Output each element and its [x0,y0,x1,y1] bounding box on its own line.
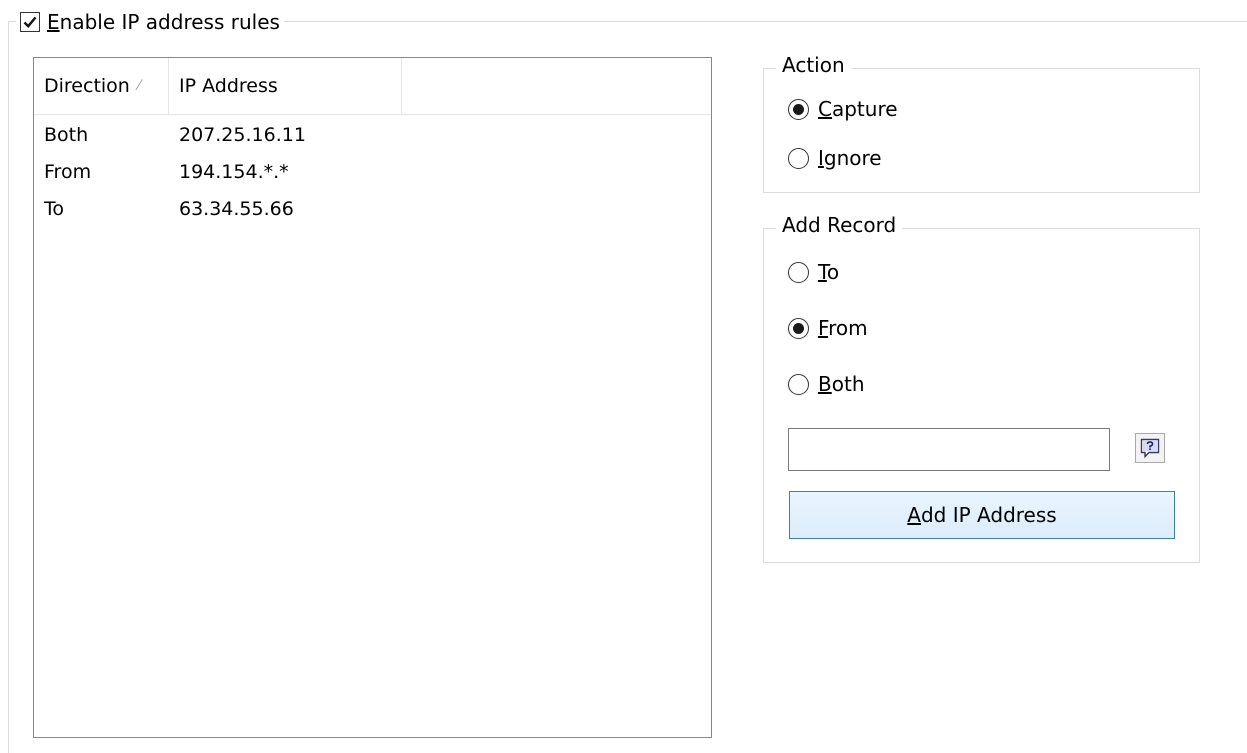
ip-address-input[interactable] [788,428,1110,471]
column-label: IP Address [179,75,278,97]
list-body: Both 207.25.16.11 From 194.154.*.* To 63… [34,116,711,227]
ip-rules-list[interactable]: Direction ⁄ IP Address Both 207.25.16.11… [33,57,712,738]
label-rest: oth [831,372,865,396]
accel-key: C [818,97,832,121]
help-bubble-icon [1140,438,1160,459]
radio-label: To [818,260,839,284]
label-rest: rom [828,316,868,340]
cell-direction: Both [44,123,89,146]
accel-key: F [818,316,829,340]
cell-ip-address: 63.34.55.66 [179,197,294,220]
radio-dot-icon [793,103,804,115]
action-group: Action Capture Ignore [763,53,1200,193]
accel-key: T [818,260,827,284]
button-label-rest: dd IP Address [920,503,1057,527]
table-row[interactable]: Both 207.25.16.11 [34,116,711,153]
accel-key: B [818,372,832,396]
check-icon [23,16,37,28]
radio-both[interactable]: Both [788,370,865,398]
cell-ip-address: 194.154.*.* [179,160,289,183]
table-row[interactable]: To 63.34.55.66 [34,190,711,227]
add-record-group-title: Add Record [776,213,903,237]
add-record-group: Add Record To From Both Add IP Address [763,213,1200,563]
radio-button-selected[interactable] [788,98,809,120]
radio-button[interactable] [788,373,809,395]
label-rest: o [826,260,840,284]
radio-label: Both [818,372,865,396]
help-icon[interactable] [1135,433,1165,463]
radio-button[interactable] [788,147,809,169]
list-header: Direction ⁄ IP Address [34,58,711,115]
action-group-title: Action [776,53,851,77]
radio-from[interactable]: From [788,314,868,342]
table-row[interactable]: From 194.154.*.* [34,153,711,190]
radio-label: From [818,316,868,340]
sort-ascending-icon: ⁄ [137,78,141,94]
cell-ip-address: 207.25.16.11 [179,123,306,146]
cell-direction: To [44,197,65,220]
enable-ip-rules-checkbox[interactable]: Enable IP address rules [16,8,284,36]
column-header-ip-address[interactable]: IP Address [169,58,402,114]
label-rest: gnore [823,146,882,170]
accel-key: A [907,503,921,527]
radio-ignore[interactable]: Ignore [788,144,882,172]
radio-label: Capture [818,97,898,121]
radio-button-selected[interactable] [788,317,809,339]
label-rest: nable IP address rules [59,10,280,34]
radio-label: Ignore [818,146,882,170]
column-header-filler [402,58,711,114]
checkbox-box[interactable] [20,12,40,32]
radio-dot-icon [793,322,804,334]
label-rest: apture [831,97,898,121]
column-header-direction[interactable]: Direction ⁄ [34,58,169,114]
enable-ip-rules-label: Enable IP address rules [47,10,280,34]
radio-capture[interactable]: Capture [788,95,898,123]
radio-button[interactable] [788,261,809,283]
accel-key: E [47,10,60,34]
column-label: Direction [44,75,130,97]
radio-to[interactable]: To [788,258,839,286]
ip-rules-panel: Enable IP address rules Direction ⁄ IP A… [0,0,1247,753]
cell-direction: From [44,160,92,183]
add-ip-address-button[interactable]: Add IP Address [789,491,1175,539]
